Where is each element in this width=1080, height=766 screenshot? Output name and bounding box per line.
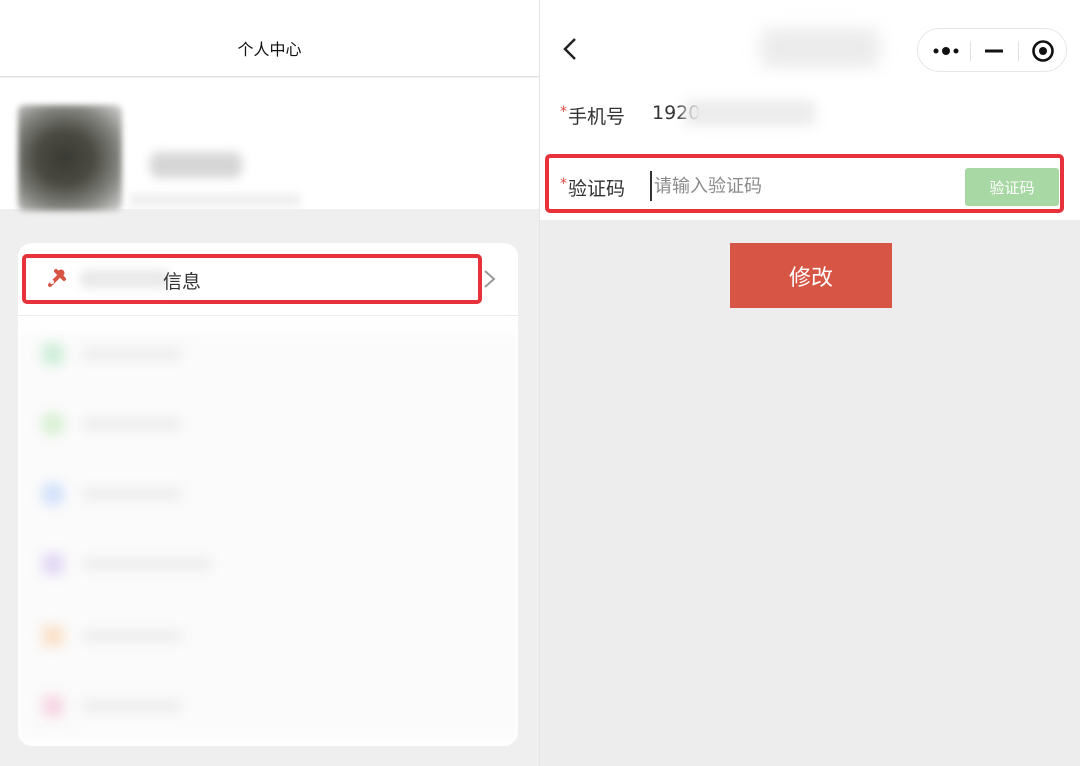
capsule-separator — [970, 41, 971, 61]
edit-phone-page: * 手机号 1920 * 验证码 验证码 修改 — [540, 0, 1080, 766]
list-item — [42, 695, 202, 717]
profile-subtext-blurred — [130, 193, 300, 207]
list-item — [42, 413, 202, 435]
phone-value-blurred — [685, 100, 815, 126]
more-dots-icon[interactable] — [932, 44, 962, 58]
nav-bar — [540, 0, 1080, 78]
nav-bar: 个人中心 — [0, 0, 539, 77]
list-item — [42, 553, 212, 575]
page-title-blurred — [760, 28, 880, 68]
avatar[interactable] — [18, 105, 122, 211]
profile-header — [0, 78, 539, 211]
close-target-icon[interactable] — [1031, 39, 1055, 63]
capsule-separator — [1018, 41, 1019, 61]
nickname-blurred — [150, 152, 242, 178]
profile-page: 个人中心 信息 — [0, 0, 539, 766]
minimize-icon[interactable] — [983, 41, 1005, 61]
submit-button[interactable]: 修改 — [730, 243, 892, 308]
phone-label: 手机号 — [568, 106, 626, 128]
back-arrow-icon[interactable] — [560, 36, 580, 62]
required-mark: * — [560, 104, 567, 120]
list-item — [42, 483, 202, 505]
mini-program-capsule — [917, 28, 1067, 72]
page-title: 个人中心 — [237, 40, 302, 59]
menu-card: 信息 — [18, 243, 518, 746]
chevron-right-icon — [484, 270, 496, 288]
highlight-box-menu — [22, 254, 482, 304]
highlight-box-code — [545, 154, 1064, 213]
list-item — [42, 625, 202, 647]
phone-field-row: * 手机号 1920 — [540, 78, 1080, 152]
blurred-menu-list — [18, 331, 518, 741]
list-item — [42, 343, 202, 365]
